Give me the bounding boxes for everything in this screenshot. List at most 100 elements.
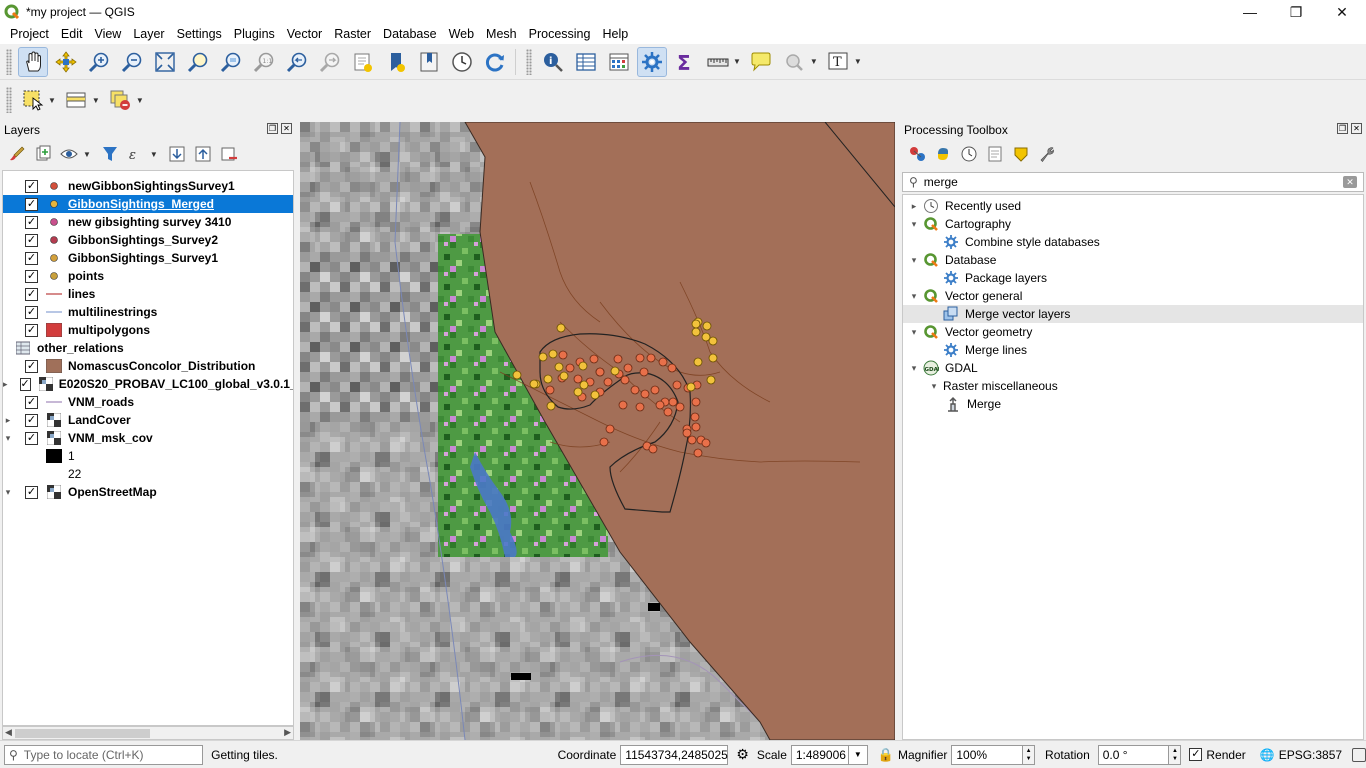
text-annotation-button[interactable]: T (823, 47, 853, 77)
layer-visibility-checkbox[interactable]: ✓ (25, 179, 38, 193)
select-dropdown-arrow[interactable]: ▼ (48, 96, 56, 105)
layer-visibility-checkbox[interactable]: ✓ (25, 233, 38, 247)
manage-visibility-button[interactable] (58, 143, 80, 165)
expand-toggle-icon[interactable]: ▾ (905, 219, 923, 230)
layer-row[interactable]: ✓ GibbonSightings_Survey1 (3, 249, 293, 267)
layer-visibility-checkbox[interactable]: ✓ (19, 377, 31, 391)
zoom-in-button[interactable] (84, 47, 114, 77)
new-bookmark-button[interactable] (348, 47, 378, 77)
pan-to-selection-button[interactable] (51, 47, 81, 77)
toolbox-tree-item[interactable]: ▾ Raster miscellaneous (903, 377, 1363, 395)
temporal-controller-button[interactable] (447, 47, 477, 77)
remove-layer-button[interactable] (218, 143, 240, 165)
toolbox-tree-item[interactable]: ▾GDALGDAL (903, 359, 1363, 377)
expand-toggle-icon[interactable]: ▾ (905, 255, 923, 266)
collapse-all-button[interactable] (192, 143, 214, 165)
toolbox-tree-item[interactable]: ▾ Vector geometry (903, 323, 1363, 341)
layer-row[interactable]: ✓ new gibsighting survey 3410 (3, 213, 293, 231)
locator-bar[interactable]: ⚲ Type to locate (Ctrl+K) (4, 744, 204, 765)
layer-tree[interactable]: ✓ newGibbonSightingsSurvey1 ✓ GibbonSightin… (2, 170, 294, 726)
magnifier-spinner[interactable]: ▲ ▼ (1023, 744, 1036, 765)
toolbar-grip[interactable] (6, 87, 12, 113)
coordinate-field[interactable]: 11543734,2485025 (620, 744, 729, 765)
toolbox-tree-item[interactable]: ▾ Database (903, 251, 1363, 269)
toolbox-tree-item[interactable]: Merge (903, 395, 1363, 413)
toolbox-tree-item[interactable]: Merge vector layers (903, 305, 1363, 323)
scroll-right-arrow-icon[interactable]: ▶ (284, 727, 291, 738)
select-feature-button[interactable] (779, 47, 809, 77)
toolbox-tree-item[interactable]: ▾ Vector general (903, 287, 1363, 305)
scale-field[interactable]: 1:489006 (790, 744, 849, 765)
render-checkbox[interactable]: ✓ (1189, 748, 1203, 761)
visibility-dropdown-arrow[interactable]: ▼ (83, 150, 91, 159)
scrollbar-thumb[interactable] (15, 729, 150, 738)
clear-search-icon[interactable]: ✕ (1343, 176, 1357, 188)
messages-icon[interactable] (1352, 747, 1366, 762)
deselect-dropdown-arrow[interactable]: ▼ (136, 96, 144, 105)
menu-project[interactable]: Project (4, 27, 55, 41)
menu-database[interactable]: Database (377, 27, 443, 41)
deselect-features-button[interactable] (105, 85, 135, 115)
new-spatial-bookmark-button[interactable] (381, 47, 411, 77)
expand-toggle-icon[interactable]: ▾ (3, 487, 13, 498)
text-annotation-dropdown-arrow[interactable]: ▼ (854, 57, 862, 66)
float-panel-icon[interactable]: ❐ (267, 123, 278, 134)
statistics-button[interactable]: Σ (670, 47, 700, 77)
layer-visibility-checkbox[interactable]: ✓ (25, 323, 38, 337)
close-button[interactable]: ✕ (1319, 0, 1365, 24)
toolbar-grip[interactable] (6, 48, 12, 75)
edit-features-in-place-button[interactable] (1010, 143, 1032, 165)
layer-visibility-checkbox[interactable]: ✓ (25, 197, 38, 211)
layer-tree-horizontal-scrollbar[interactable]: ◀ ▶ (2, 726, 294, 740)
layer-visibility-checkbox[interactable]: ✓ (25, 305, 38, 319)
expand-toggle-icon[interactable]: ▸ (905, 201, 923, 212)
layer-row[interactable]: ✓ points (3, 267, 293, 285)
layer-row[interactable]: other_relations (3, 339, 293, 357)
zoom-full-button[interactable] (150, 47, 180, 77)
layer-row[interactable]: ▾ ✓ OpenStreetMap (3, 483, 293, 501)
crs-label[interactable]: EPSG:3857 (1279, 748, 1342, 762)
layer-row[interactable]: ✓ GibbonSightings_Survey2 (3, 231, 293, 249)
layer-visibility-checkbox[interactable]: ✓ (25, 431, 38, 445)
filter-legend-button[interactable] (99, 143, 121, 165)
layer-row[interactable]: ▸ ✓ E020S20_PROBAV_LC100_global_v3.0.1_2 (3, 375, 293, 393)
layer-visibility-checkbox[interactable]: ✓ (25, 395, 38, 409)
menu-view[interactable]: View (88, 27, 127, 41)
toolbox-search-field[interactable]: ⚲ ✕ (902, 172, 1364, 192)
layer-visibility-checkbox[interactable]: ✓ (25, 413, 38, 427)
menu-web[interactable]: Web (443, 27, 480, 41)
layer-visibility-checkbox[interactable]: ✓ (25, 215, 38, 229)
models-button[interactable] (906, 143, 928, 165)
close-panel-icon[interactable]: ✕ (1351, 123, 1362, 134)
layer-row[interactable]: ▸ ✓ LandCover (3, 411, 293, 429)
magnifier-field[interactable]: 100% (951, 744, 1024, 765)
layer-row[interactable]: ✓ lines (3, 285, 293, 303)
results-viewer-button[interactable] (984, 143, 1006, 165)
filter-by-expression-button[interactable]: ε (125, 143, 147, 165)
crs-globe-icon[interactable]: 🌐 (1260, 748, 1275, 762)
close-panel-icon[interactable]: ✕ (281, 123, 292, 134)
zoom-last-button[interactable] (282, 47, 312, 77)
processing-toolbox-button[interactable] (636, 46, 667, 77)
toggle-extents-icon[interactable]: ⚙ (736, 746, 749, 763)
rotation-spinner[interactable]: ▲ ▼ (1169, 744, 1182, 765)
toolbar-grip[interactable] (526, 48, 532, 75)
map-canvas[interactable] (300, 122, 895, 740)
layer-row[interactable]: ✓ newGibbonSightingsSurvey1 (3, 177, 293, 195)
layer-row[interactable]: ▾ ✓ VNM_msk_cov (3, 429, 293, 447)
scripts-button[interactable] (932, 143, 954, 165)
toolbox-tree-item[interactable]: ▾ Cartography (903, 215, 1363, 233)
menu-raster[interactable]: Raster (328, 27, 377, 41)
menu-vector[interactable]: Vector (281, 27, 328, 41)
measure-dropdown-arrow[interactable]: ▼ (733, 57, 741, 66)
toolbox-tree-item[interactable]: ▸ Recently used (903, 197, 1363, 215)
toolbox-tree-item[interactable]: Package layers (903, 269, 1363, 287)
menu-edit[interactable]: Edit (55, 27, 89, 41)
menu-processing[interactable]: Processing (523, 27, 597, 41)
expand-toggle-icon[interactable]: ▾ (905, 363, 923, 374)
menu-layer[interactable]: Layer (127, 27, 170, 41)
processing-algorithm-tree[interactable]: ▸ Recently used ▾ Cartography Combine style … (902, 194, 1364, 740)
select-by-attribute-dropdown-arrow[interactable]: ▼ (92, 96, 100, 105)
attribute-table-button[interactable] (571, 47, 601, 77)
expand-toggle-icon[interactable]: ▾ (3, 433, 13, 444)
